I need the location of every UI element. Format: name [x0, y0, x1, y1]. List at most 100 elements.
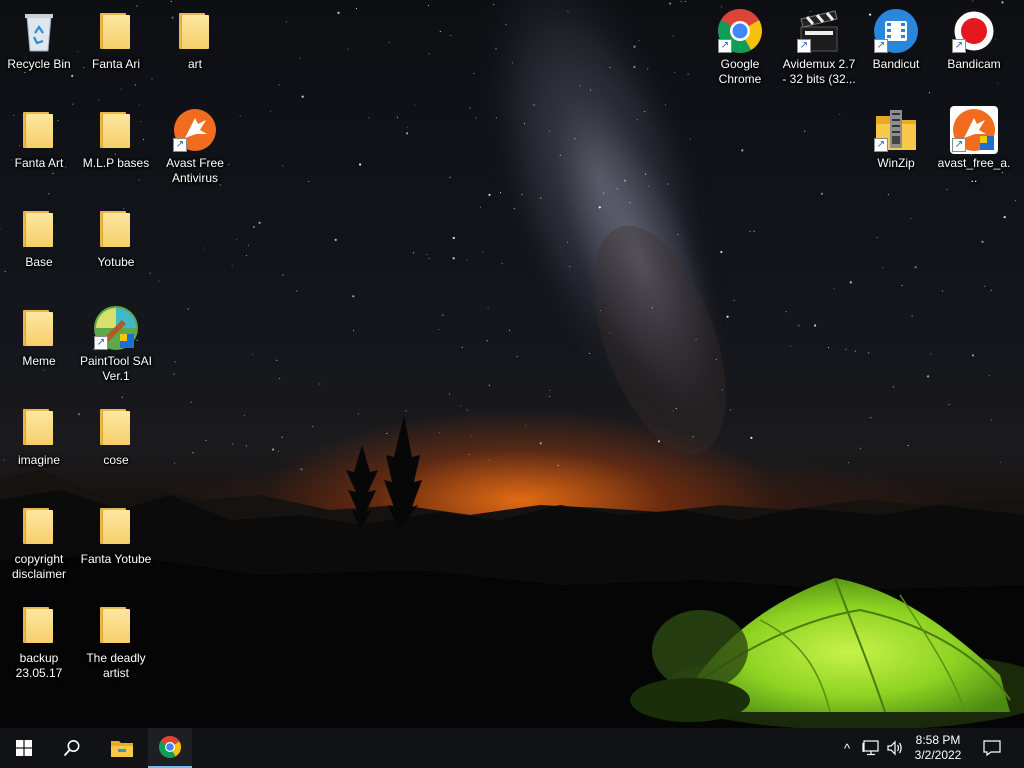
search-icon — [63, 740, 80, 757]
desktop-icon-glyph — [15, 205, 63, 253]
desktop-icon-glyph: ↗ — [795, 7, 843, 55]
desktop-icon-backup-23-05-17[interactable]: backup 23.05.17 — [1, 597, 77, 681]
search-button[interactable] — [48, 728, 96, 768]
desktop-icon-label: M.L.P bases — [82, 156, 150, 170]
network-icon — [862, 740, 879, 756]
taskbar-google-chrome[interactable] — [148, 728, 192, 768]
folder-icon — [100, 508, 130, 544]
desktop-icon-glyph — [92, 502, 140, 550]
desktop-icon-glyph — [171, 7, 219, 55]
folder-icon — [23, 112, 53, 148]
chrome-icon — [159, 736, 181, 758]
desktop-icon-glyph: ↗ — [92, 304, 140, 352]
desktop-icon-glyph — [15, 7, 63, 55]
desktop-icon-winzip[interactable]: ↗ WinZip — [858, 102, 934, 171]
desktop-icon-art[interactable]: art — [157, 3, 233, 72]
folder-icon — [23, 409, 53, 445]
shortcut-arrow-icon: ↗ — [797, 39, 811, 53]
desktop-icon-bandicut[interactable]: ↗ Bandicut — [858, 3, 934, 72]
desktop-icon-fanta-yotube[interactable]: Fanta Yotube — [78, 498, 154, 567]
action-center-button[interactable] — [976, 728, 1008, 768]
desktop-icon-glyph — [15, 502, 63, 550]
desktop-icon-label: Bandicut — [872, 57, 920, 71]
desktop-icon-imagine[interactable]: imagine — [1, 399, 77, 468]
folder-icon — [100, 112, 130, 148]
desktop-icon-glyph — [92, 205, 140, 253]
desktop-icon-painttool-sai-ver-1[interactable]: ↗ PaintTool SAI Ver.1 — [78, 300, 154, 384]
desktop-icon-glyph: ↗ — [950, 106, 998, 154]
desktop-icon-base[interactable]: Base — [1, 201, 77, 270]
folder-icon — [23, 310, 53, 346]
desktop-icon-glyph — [15, 304, 63, 352]
desktop-icon-glyph: ↗ — [872, 106, 920, 154]
desktop-icon-recycle-bin[interactable]: Recycle Bin — [1, 3, 77, 72]
desktop-icon-label: Avast Free Antivirus — [166, 156, 224, 185]
desktop-icon-label: Google Chrome — [718, 57, 762, 86]
network-button[interactable] — [860, 728, 882, 768]
desktop-icon-cose[interactable]: cose — [78, 399, 154, 468]
desktop-icon-label: Bandicam — [947, 57, 1001, 71]
folder-icon — [100, 211, 130, 247]
desktop-icon-label: WinZip — [877, 156, 915, 170]
desktop-icon-label: Fanta Art — [14, 156, 64, 170]
clock-date: 3/2/2022 — [914, 748, 962, 762]
folder-icon — [23, 508, 53, 544]
shortcut-arrow-icon: ↗ — [874, 39, 888, 53]
chevron-up-icon: ^ — [843, 740, 851, 756]
shortcut-arrow-icon: ↗ — [952, 39, 966, 53]
desktop-icon-fanta-art[interactable]: Fanta Art — [1, 102, 77, 171]
show-hidden-icons-button[interactable]: ^ — [836, 728, 858, 768]
desktop-icon-glyph: ↗ — [950, 7, 998, 55]
desktop-icon-glyph: ↗ — [171, 106, 219, 154]
desktop-icon-label: Meme — [22, 354, 56, 368]
desktop-icon-copyright-disclaimer[interactable]: copyright disclaimer — [1, 498, 77, 582]
taskbar: ^ 8:58 PM 3/2/2022 — [0, 728, 1024, 768]
desktop-icon-glyph: ↗ — [872, 7, 920, 55]
shortcut-arrow-icon: ↗ — [94, 336, 108, 350]
desktop-icon-glyph — [92, 403, 140, 451]
volume-button[interactable] — [884, 728, 906, 768]
shortcut-arrow-icon: ↗ — [874, 138, 888, 152]
desktop-icon-glyph — [92, 601, 140, 649]
desktop-icon-label: Fanta Yotube — [80, 552, 152, 566]
action-center-icon — [983, 740, 1001, 756]
desktop-icon-label: Fanta Ari — [91, 57, 141, 71]
folder-icon — [23, 211, 53, 247]
clock-time: 8:58 PM — [915, 733, 961, 747]
desktop-icon-label: art — [187, 57, 202, 71]
desktop-icon-label: Recycle Bin — [7, 57, 71, 71]
desktop-icon-avidemux-2-7-32-bits-32[interactable]: ↗ Avidemux 2.7 - 32 bits (32... — [781, 3, 857, 87]
shortcut-arrow-icon: ↗ — [952, 138, 966, 152]
desktop-icon-glyph — [15, 403, 63, 451]
desktop-icon-glyph — [15, 601, 63, 649]
desktop-icon-glyph — [92, 106, 140, 154]
desktop-icon-avast-free-antivirus[interactable]: ↗ Avast Free Antivirus — [157, 102, 233, 186]
desktop-icon-label: backup 23.05.17 — [15, 651, 63, 680]
desktop-icon-label: Avidemux 2.7 - 32 bits (32... — [782, 57, 856, 86]
desktop-icon-bandicam[interactable]: ↗ Bandicam — [936, 3, 1012, 72]
desktop-icon-label: cose — [103, 453, 129, 467]
desktop-icon-glyph — [92, 7, 140, 55]
taskbar-file-explorer[interactable] — [98, 728, 146, 768]
desktop-icon-label: copyright disclaimer — [11, 552, 66, 581]
desktop-icon-google-chrome[interactable]: ↗ Google Chrome — [702, 3, 778, 87]
desktop-icon-label: The deadly artist — [86, 651, 146, 680]
desktop-icon-fanta-ari[interactable]: Fanta Ari — [78, 3, 154, 72]
desktop-icon-glyph: ↗ — [716, 7, 764, 55]
folder-icon — [111, 741, 133, 757]
desktop-icon-glyph — [15, 106, 63, 154]
clock[interactable]: 8:58 PM 3/2/2022 — [908, 728, 968, 768]
folder-icon — [179, 13, 209, 49]
desktop-icon-avast-free-a[interactable]: ↗ avast_free_a... — [936, 102, 1012, 186]
desktop-icon-label: imagine — [17, 453, 61, 467]
desktop-icon-label: PaintTool SAI Ver.1 — [79, 354, 153, 383]
desktop-icon-m-l-p-bases[interactable]: M.L.P bases — [78, 102, 154, 171]
windows-logo-icon — [16, 740, 32, 756]
start-button[interactable] — [0, 728, 48, 768]
folder-icon — [100, 13, 130, 49]
desktop-icon-meme[interactable]: Meme — [1, 300, 77, 369]
desktop-icon-label: avast_free_a... — [937, 156, 1011, 185]
desktop-icon-yotube[interactable]: Yotube — [78, 201, 154, 270]
folder-icon — [100, 607, 130, 643]
desktop-icon-the-deadly-artist[interactable]: The deadly artist — [78, 597, 154, 681]
